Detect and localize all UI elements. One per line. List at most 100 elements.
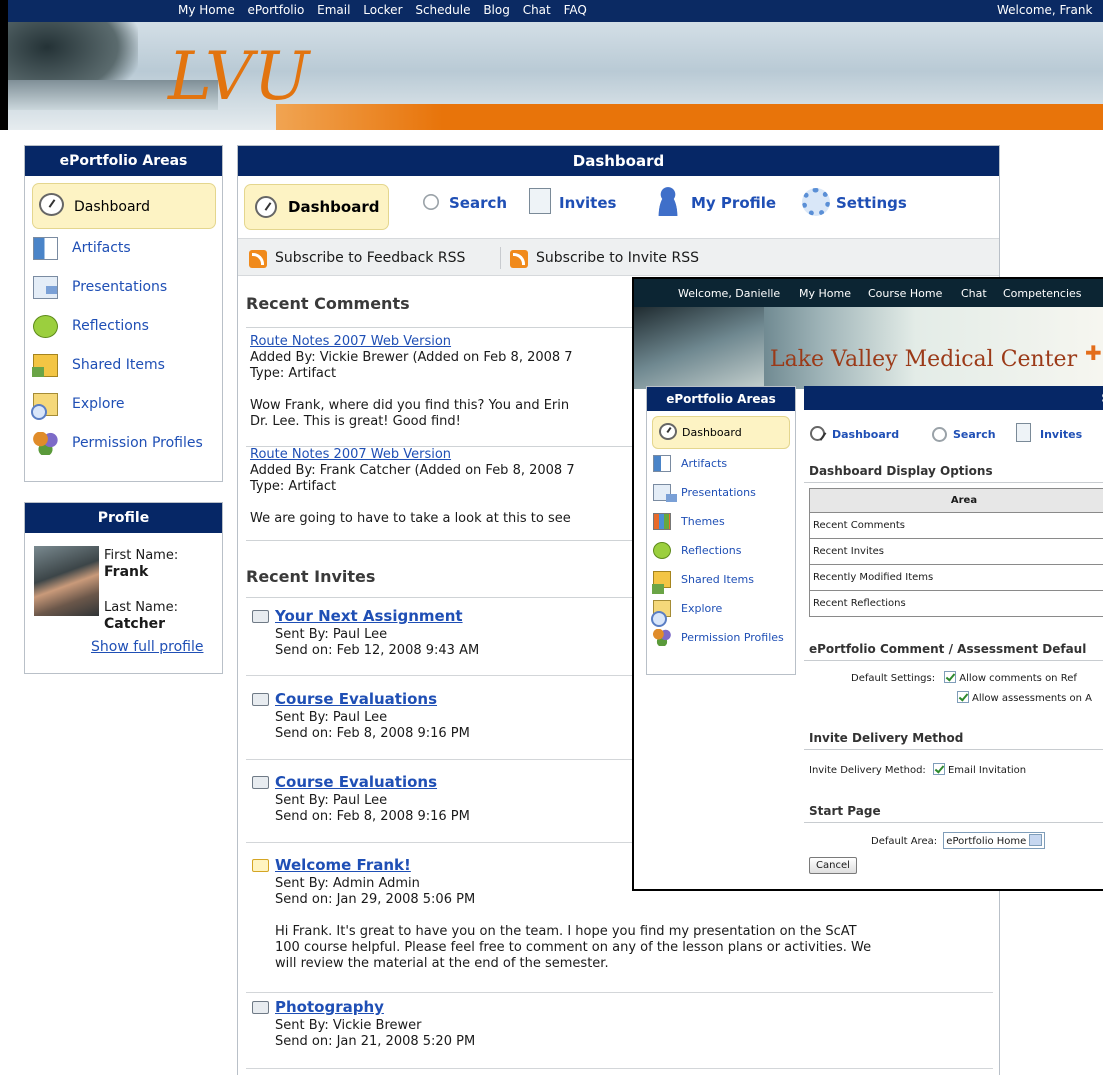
allow-comments-checkbox[interactable] bbox=[944, 671, 957, 683]
explore-icon bbox=[651, 600, 671, 627]
overlay-top-navigation: Welcome, Danielle My Home Course Home Ch… bbox=[634, 279, 1103, 307]
invite-sent-on: Send on: Feb 8, 2008 9:16 PM bbox=[275, 726, 470, 741]
invite-sent-by: Sent By: Paul Lee bbox=[275, 793, 388, 808]
rss-icon bbox=[249, 250, 267, 268]
overlay-area-dashboard[interactable]: Dashboard bbox=[652, 416, 790, 449]
display-options-heading: Dashboard Display Options bbox=[809, 464, 993, 478]
overlay-area-shared-items[interactable]: Shared Items bbox=[647, 565, 795, 594]
allow-assessments-row: Allow assessments on A bbox=[957, 691, 1092, 704]
areas-panel-title: ePortfolio Areas bbox=[25, 146, 222, 176]
area-label: Explore bbox=[681, 602, 723, 615]
invite-title-link[interactable]: Photography bbox=[275, 998, 384, 1016]
overlay-area-presentations[interactable]: Presentations bbox=[647, 478, 795, 507]
area-label: Artifacts bbox=[72, 240, 131, 256]
invites-icon bbox=[1016, 423, 1031, 442]
hospital-building-image bbox=[634, 307, 764, 389]
nav-my-home[interactable]: My Home bbox=[178, 3, 235, 17]
dashboard-icon bbox=[659, 423, 677, 440]
explore-icon bbox=[31, 393, 58, 420]
header-orange-bar bbox=[276, 104, 1103, 130]
allow-assessments-label: Allow assessments on A bbox=[972, 693, 1093, 704]
area-presentations[interactable]: Presentations bbox=[25, 268, 222, 307]
area-label: Explore bbox=[72, 396, 125, 412]
invite-sent-by: Sent By: Paul Lee bbox=[275, 710, 388, 725]
dashboard-icon bbox=[39, 193, 64, 216]
overlay-area-artifacts[interactable]: Artifacts bbox=[647, 449, 795, 478]
overlay-welcome-text: Welcome, Danielle bbox=[678, 287, 781, 300]
divider bbox=[246, 1068, 993, 1069]
default-area-select[interactable]: ePortfolio Home bbox=[943, 832, 1046, 849]
comment-item: Route Notes 2007 Web Version Added By: F… bbox=[250, 447, 575, 527]
area-shared-items[interactable]: Shared Items bbox=[25, 346, 222, 385]
toolbar-my-profile-button[interactable]: My Profile bbox=[655, 186, 776, 216]
nav-blog[interactable]: Blog bbox=[483, 3, 510, 17]
nav-schedule[interactable]: Schedule bbox=[415, 3, 470, 17]
overlay-toolbar-invites[interactable]: Invites bbox=[1016, 423, 1082, 442]
overlay-toolbar-search[interactable]: Search bbox=[932, 427, 996, 442]
nav-eportfolio[interactable]: ePortfolio bbox=[248, 3, 305, 17]
comment-artifact-link[interactable]: Route Notes 2007 Web Version bbox=[250, 334, 573, 350]
lake-valley-window: Welcome, Danielle My Home Course Home Ch… bbox=[632, 277, 1103, 891]
invites-icon bbox=[529, 188, 551, 214]
overlay-area-permission-profiles[interactable]: Permission Profiles bbox=[647, 623, 795, 652]
allow-assessments-checkbox[interactable] bbox=[957, 691, 969, 703]
cancel-button[interactable]: Cancel bbox=[809, 857, 857, 874]
default-area-label: Default Area: bbox=[871, 836, 938, 847]
toolbar-settings-button[interactable]: Settings bbox=[802, 188, 907, 216]
artifacts-icon bbox=[653, 455, 671, 472]
nav-email[interactable]: Email bbox=[317, 3, 350, 17]
comment-artifact-link[interactable]: Route Notes 2007 Web Version bbox=[250, 447, 575, 463]
overlay-toolbar-dashboard[interactable]: Dashboard bbox=[810, 426, 899, 441]
nav-locker[interactable]: Locker bbox=[363, 3, 402, 17]
area-label: Presentations bbox=[681, 486, 756, 499]
default-area-value: ePortfolio Home bbox=[946, 836, 1027, 847]
toolbar-invites-button[interactable]: Invites bbox=[529, 188, 616, 214]
overlay-nav-competencies[interactable]: Competencies bbox=[1003, 287, 1082, 300]
area-permission-profiles[interactable]: Permission Profiles bbox=[25, 424, 222, 463]
first-name-label: First Name: bbox=[104, 548, 179, 563]
invite-title-link[interactable]: Your Next Assignment bbox=[275, 607, 463, 625]
themes-icon bbox=[653, 513, 671, 530]
divider bbox=[804, 822, 1103, 823]
area-explore[interactable]: Explore bbox=[25, 385, 222, 424]
lake-valley-title: Lake Valley Medical Center bbox=[770, 347, 1078, 372]
area-reflections[interactable]: Reflections bbox=[25, 307, 222, 346]
area-label: Shared Items bbox=[72, 357, 165, 373]
rss-bar: Subscribe to Feedback RSS Subscribe to I… bbox=[238, 239, 999, 276]
area-label: Permission Profiles bbox=[72, 435, 203, 451]
overlay-nav-my-home[interactable]: My Home bbox=[799, 287, 851, 300]
invite-body: will review the material at the end of t… bbox=[275, 956, 609, 971]
default-settings-label: Default Settings: bbox=[851, 673, 936, 684]
overlay-nav-chat[interactable]: Chat bbox=[961, 287, 987, 300]
toolbar-dashboard-label: Dashboard bbox=[288, 198, 380, 216]
overlay-area-reflections[interactable]: Reflections bbox=[647, 536, 795, 565]
invite-meta: Sent By: Paul Lee Send on: Feb 8, 2008 9… bbox=[275, 710, 470, 742]
show-full-profile-link[interactable]: Show full profile bbox=[91, 639, 203, 655]
overlay-area-themes[interactable]: Themes bbox=[647, 507, 795, 536]
invite-body: Hi Frank. It's great to have you on the … bbox=[275, 924, 857, 939]
subscribe-feedback-rss-link[interactable]: Subscribe to Feedback RSS bbox=[275, 250, 465, 266]
toolbar-search-button[interactable]: Search bbox=[421, 194, 507, 212]
invite-title-link[interactable]: Welcome Frank! bbox=[275, 856, 411, 874]
subscribe-invite-rss-link[interactable]: Subscribe to Invite RSS bbox=[536, 250, 699, 266]
invite-title-link[interactable]: Course Evaluations bbox=[275, 690, 437, 708]
invite-title-link[interactable]: Course Evaluations bbox=[275, 773, 437, 791]
comment-type: Type: Artifact bbox=[250, 366, 337, 381]
last-name-value: Catcher bbox=[104, 616, 166, 632]
overlay-area-explore[interactable]: Explore bbox=[647, 594, 795, 627]
recent-invites-heading: Recent Invites bbox=[246, 567, 376, 586]
nav-chat[interactable]: Chat bbox=[523, 3, 551, 17]
table-row: Recent Comments bbox=[809, 512, 1103, 539]
first-name-value: Frank bbox=[104, 564, 149, 580]
permission-profiles-icon bbox=[653, 629, 671, 646]
area-label: Shared Items bbox=[681, 573, 754, 586]
email-invitation-checkbox[interactable] bbox=[932, 763, 945, 775]
dashboard-toolbar: Dashboard Search Invites My Profile Sett… bbox=[238, 176, 999, 239]
area-artifacts[interactable]: Artifacts bbox=[25, 229, 222, 268]
search-icon bbox=[932, 427, 947, 442]
nav-faq[interactable]: FAQ bbox=[564, 3, 587, 17]
toolbar-dashboard-button[interactable]: Dashboard bbox=[244, 184, 389, 230]
table-row: Recent Reflections bbox=[809, 590, 1103, 617]
overlay-nav-course-home[interactable]: Course Home bbox=[868, 287, 942, 300]
area-dashboard[interactable]: Dashboard bbox=[32, 183, 216, 229]
